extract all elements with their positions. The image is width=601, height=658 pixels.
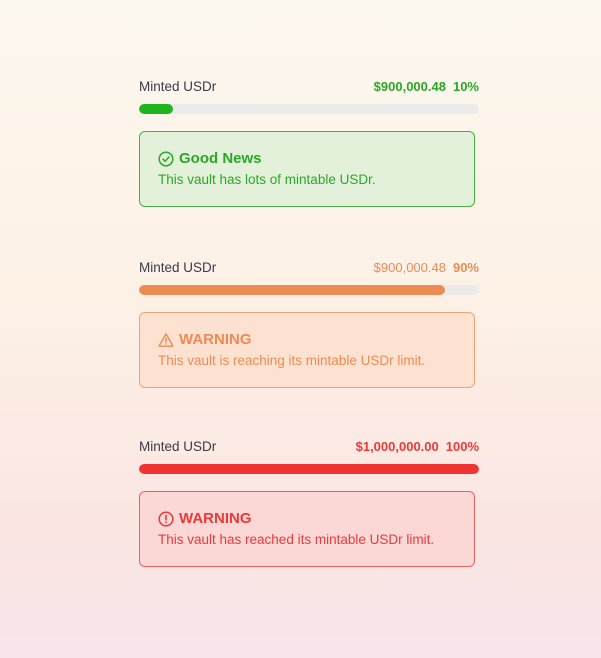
minted-values: $900,000.48 10% [374, 79, 479, 94]
alert-card-warning: WARNING This vault is reaching its minta… [139, 312, 475, 388]
minted-amount: $900,000.48 [373, 259, 446, 275]
vault-status-warning: Minted USDr $900,000.48 90% WARNING This… [139, 258, 479, 388]
alert-title: WARNING [179, 331, 252, 348]
minted-row: Minted USDr $900,000.48 10% [139, 77, 479, 95]
minted-percent: 90% [452, 259, 479, 275]
progress-fill [139, 104, 173, 114]
alert-message: This vault has lots of mintable USDr. [158, 172, 376, 187]
alert-card-limit-reached: WARNING This vault has reached its minta… [139, 491, 475, 567]
minted-row: Minted USDr $1,000,000.00 100% [139, 437, 479, 455]
minted-label: Minted USDr [139, 259, 217, 275]
alert-circle-icon [158, 510, 174, 527]
alert-card-good-news: Good News This vault has lots of mintabl… [139, 131, 475, 207]
progress-track [139, 464, 479, 474]
minted-label: Minted USDr [139, 438, 217, 454]
alert-message: This vault has reached its mintable USDr… [158, 532, 435, 547]
minted-amount: $1,000,000.00 [355, 438, 439, 454]
minted-values: $1,000,000.00 100% [356, 439, 479, 454]
alert-message: This vault is reaching its mintable USDr… [158, 353, 426, 368]
minted-percent: 10% [452, 78, 479, 94]
check-circle-icon [158, 150, 174, 167]
minted-label: Minted USDr [139, 78, 217, 94]
minted-amount: $900,000.48 [373, 78, 446, 94]
minted-row: Minted USDr $900,000.48 90% [139, 258, 479, 276]
vault-status-good: Minted USDr $900,000.48 10% Good News Th… [139, 77, 479, 207]
alert-title: Good News [179, 150, 262, 167]
progress-track [139, 104, 479, 114]
minted-percent: 100% [445, 438, 479, 454]
alert-title-row: Good News [158, 150, 474, 167]
warning-triangle-icon [158, 332, 174, 348]
vault-status-limit-reached: Minted USDr $1,000,000.00 100% WARNING T… [139, 437, 479, 567]
progress-fill [139, 464, 479, 474]
progress-track [139, 285, 479, 295]
alert-title-row: WARNING [158, 510, 474, 527]
progress-fill [139, 285, 445, 295]
alert-title: WARNING [179, 510, 252, 527]
alert-title-row: WARNING [158, 331, 474, 348]
minted-values: $900,000.48 90% [374, 260, 479, 275]
